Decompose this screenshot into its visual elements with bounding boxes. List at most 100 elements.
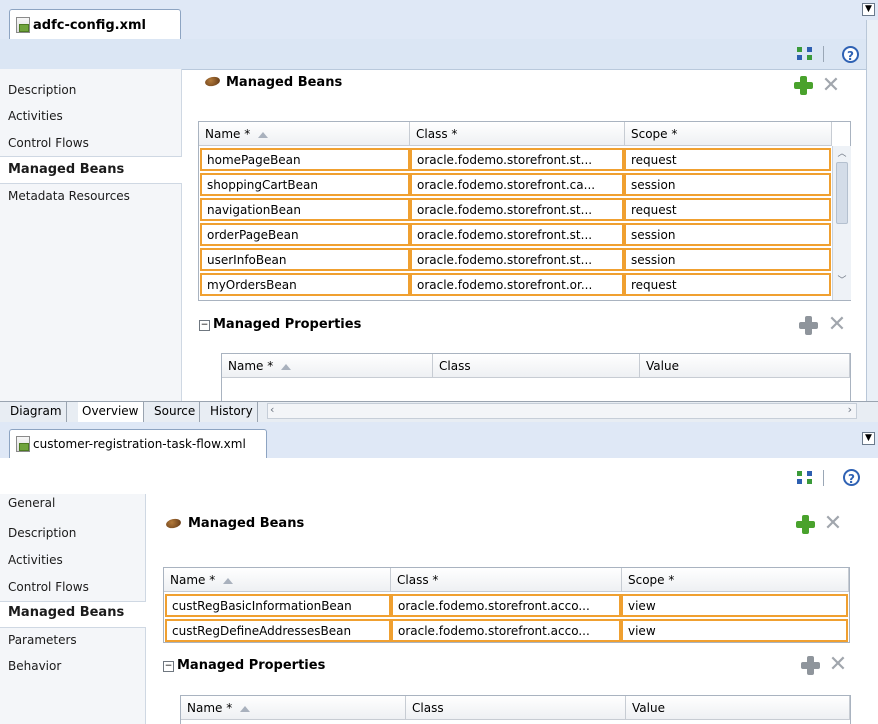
nav-item-managed-beans[interactable]: Managed Beans <box>8 605 124 620</box>
table-row-class[interactable]: oracle.fodemo.storefront.st... <box>410 148 624 171</box>
column-header-class[interactable]: Class * <box>391 568 622 592</box>
table-row-name[interactable]: custRegDefineAddressesBean <box>165 619 391 642</box>
tab-source[interactable]: Source <box>150 402 201 422</box>
tab-overview[interactable]: Overview <box>78 402 144 422</box>
table-row-name[interactable]: orderPageBean <box>200 223 410 246</box>
xml-file-icon <box>16 17 30 33</box>
column-header-scope[interactable]: Scope * <box>625 122 832 146</box>
table-row-scope[interactable]: request <box>624 198 831 221</box>
nav-item-activities[interactable]: Activities <box>8 553 63 567</box>
nav-item-control-flows[interactable]: Control Flows <box>8 580 89 594</box>
nav-item-parameters[interactable]: Parameters <box>8 633 77 647</box>
column-header-class[interactable]: Class * <box>410 122 625 146</box>
add-icon[interactable] <box>796 515 815 534</box>
table-row-class[interactable]: oracle.fodemo.storefront.acco... <box>391 594 621 617</box>
scroll-right-icon[interactable]: › <box>848 403 852 416</box>
table-row-scope[interactable]: request <box>624 148 831 171</box>
nav-item-general[interactable]: General <box>8 496 55 510</box>
column-header-scope-label: Scope * <box>631 127 678 141</box>
table-row-class[interactable]: oracle.fodemo.storefront.st... <box>410 223 624 246</box>
table-row-scope[interactable]: request <box>624 273 831 296</box>
toolbar-separator <box>823 46 824 62</box>
prop-column-header-value[interactable]: Value <box>640 354 850 378</box>
remove-icon[interactable]: ✕ <box>827 314 847 336</box>
nav-item-metadata-resources[interactable]: Metadata Resources <box>8 189 130 203</box>
structure-icon[interactable] <box>797 471 813 485</box>
prop-column-header-name[interactable]: Name * <box>222 354 433 378</box>
horizontal-scrollbar[interactable]: ‹ › <box>267 403 857 419</box>
nav-item-description[interactable]: Description <box>8 526 76 540</box>
xml-file-icon <box>16 436 30 452</box>
top-editor-dropdown-icon[interactable]: ▼ <box>862 3 875 16</box>
structure-icon[interactable] <box>797 47 813 61</box>
column-header-scope[interactable]: Scope * <box>622 568 849 592</box>
remove-icon[interactable]: ✕ <box>821 75 841 97</box>
column-header-name-label: Name * <box>170 573 216 587</box>
scroll-left-icon[interactable]: ‹ <box>270 403 274 416</box>
prop-column-header-value[interactable]: Value <box>626 696 850 720</box>
scroll-down-icon[interactable]: ﹀ <box>833 273 851 286</box>
prop-column-header-name-label: Name * <box>187 701 233 715</box>
add-icon[interactable] <box>801 656 820 675</box>
add-icon[interactable] <box>794 76 813 95</box>
scroll-up-icon[interactable]: ︿ <box>833 146 851 160</box>
column-header-name[interactable]: Name * <box>164 568 391 592</box>
table-row-scope[interactable]: view <box>621 619 848 642</box>
prop-column-header-class-label: Class <box>439 359 471 373</box>
top-editor-right-scrollbar[interactable] <box>866 20 878 401</box>
prop-column-header-class[interactable]: Class <box>433 354 640 378</box>
tab-history[interactable]: History <box>206 402 258 422</box>
nav-item-managed-beans[interactable]: Managed Beans <box>8 162 124 177</box>
table-row-name[interactable]: homePageBean <box>200 148 410 171</box>
collapse-icon[interactable]: − <box>199 320 210 331</box>
table-row-scope[interactable]: session <box>624 223 831 246</box>
table-row-class[interactable]: oracle.fodemo.storefront.st... <box>410 198 624 221</box>
collapse-icon[interactable]: − <box>163 661 174 672</box>
top-editor-file-tab[interactable]: adfc-config.xml <box>9 9 181 40</box>
table-row-class[interactable]: oracle.fodemo.storefront.or... <box>410 273 624 296</box>
bottom-editor-dropdown-icon[interactable]: ▼ <box>862 432 875 445</box>
help-icon[interactable]: ? <box>843 469 860 486</box>
nav-item-behavior[interactable]: Behavior <box>8 659 61 673</box>
managed-properties-title-label: Managed Properties <box>177 658 326 673</box>
remove-icon[interactable]: ✕ <box>828 654 848 676</box>
managed-bean-icon <box>204 75 221 88</box>
top-editor-bottom-tabs: Diagram Overview Source History ‹ › <box>0 401 878 423</box>
managed-beans-title: Managed Beans <box>226 75 343 90</box>
tab-diagram[interactable]: Diagram <box>6 402 67 422</box>
column-header-class-label: Class * <box>397 573 439 587</box>
table-row-scope[interactable]: session <box>624 173 831 196</box>
sort-ascending-icon <box>240 705 251 712</box>
column-header-name[interactable]: Name * <box>199 122 410 146</box>
toolbar-separator <box>823 470 824 486</box>
sort-ascending-icon <box>281 363 292 370</box>
table-row-class[interactable]: oracle.fodemo.storefront.ca... <box>410 173 624 196</box>
nav-item-control-flows[interactable]: Control Flows <box>8 136 89 150</box>
table-row-class[interactable]: oracle.fodemo.storefront.st... <box>410 248 624 271</box>
nav-item-activities[interactable]: Activities <box>8 109 63 123</box>
table-row-name[interactable]: shoppingCartBean <box>200 173 410 196</box>
sort-ascending-icon <box>258 131 269 138</box>
column-header-class-label: Class * <box>416 127 458 141</box>
managed-properties-table: Name * Class Value <box>180 695 851 724</box>
remove-icon[interactable]: ✕ <box>823 513 843 535</box>
table-row-name[interactable]: userInfoBean <box>200 248 410 271</box>
table-row-scope[interactable]: view <box>621 594 848 617</box>
sort-ascending-icon <box>223 577 234 584</box>
table-row-scope[interactable]: session <box>624 248 831 271</box>
table-row-name[interactable]: navigationBean <box>200 198 410 221</box>
nav-item-description[interactable]: Description <box>8 83 76 97</box>
bottom-editor-file-tab[interactable]: customer-registration-task-flow.xml <box>9 429 267 458</box>
table-row-class[interactable]: oracle.fodemo.storefront.acco... <box>391 619 621 642</box>
table-row-name[interactable]: myOrdersBean <box>200 273 410 296</box>
managed-properties-title[interactable]: − Managed Properties <box>199 317 361 332</box>
table-row-name[interactable]: custRegBasicInformationBean <box>165 594 391 617</box>
add-icon[interactable] <box>799 316 818 335</box>
managed-properties-title[interactable]: − Managed Properties <box>163 658 325 673</box>
scrollbar-thumb[interactable] <box>836 162 848 224</box>
table-vertical-scrollbar[interactable]: ︿ ﹀ <box>832 146 851 300</box>
prop-column-header-class[interactable]: Class <box>406 696 626 720</box>
help-icon[interactable]: ? <box>842 46 859 63</box>
prop-column-header-class-label: Class <box>412 701 444 715</box>
prop-column-header-name[interactable]: Name * <box>181 696 406 720</box>
